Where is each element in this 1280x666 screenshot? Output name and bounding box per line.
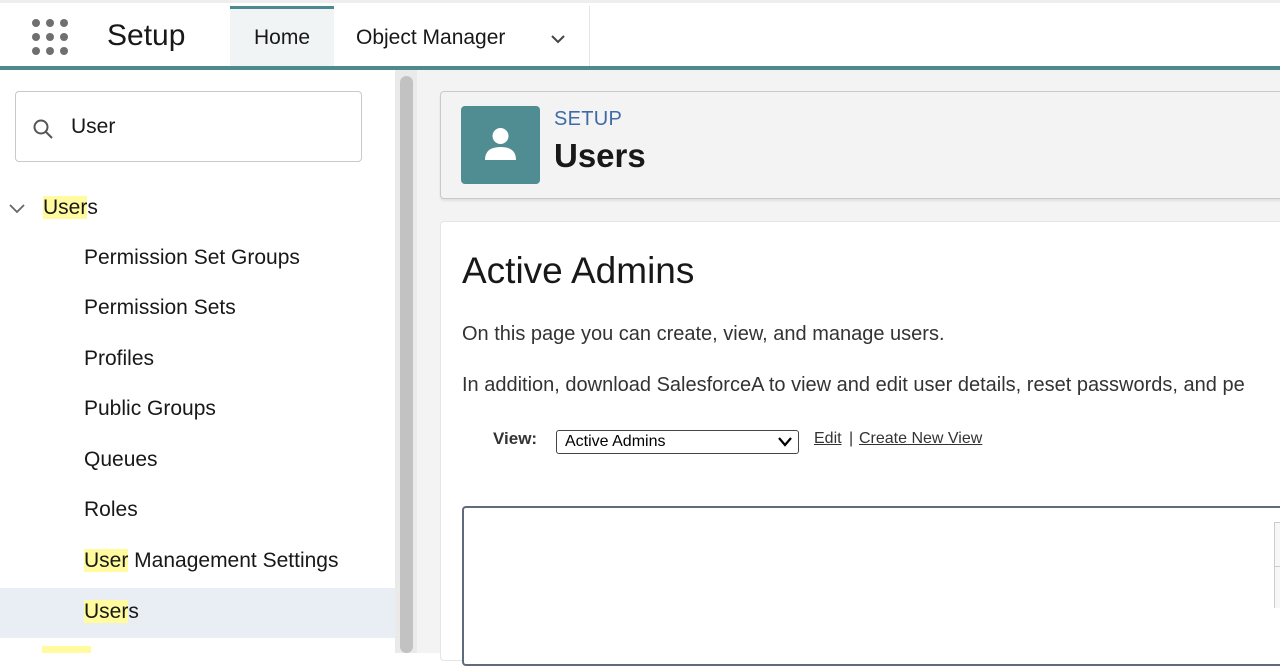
sidebar-item-label: User Management Settings [84,549,338,573]
sidebar-item-profiles[interactable]: Profiles [0,335,395,385]
page-header-icon [461,106,540,184]
link-separator: | [849,430,854,447]
sidebar-item-users-parent[interactable]: Users [0,190,395,226]
list-view-title: Active Admins [462,250,695,291]
sidebar-item-permission-set-groups[interactable]: Permission Set Groups [0,234,395,284]
sidebar-item-roles[interactable]: Roles [0,486,395,536]
sidebar-item-label: Roles [84,498,138,521]
sidebar-item-users[interactable]: Users [0,588,395,638]
view-label: View: [493,429,538,448]
sidebar-item-label-rest: Management Settings [128,549,339,572]
tab-object-manager[interactable]: Object Manager [334,6,590,69]
app-name: Setup [107,19,186,52]
next-item-highlight [42,646,91,653]
create-new-view-link[interactable]: Create New View [859,430,982,448]
page-description: On this page you can create, view, and m… [462,323,945,345]
sidebar-item-label: Permission Sets [84,296,236,319]
sidebar-item-permission-sets[interactable]: Permission Sets [0,284,395,334]
sidebar-scrollbar-thumb[interactable] [400,76,413,653]
edit-view-link[interactable]: Edit [814,430,842,448]
tab-home[interactable]: Home [230,6,334,69]
sidebar-item-label: Users [84,600,139,624]
quick-find-input[interactable] [71,112,341,142]
chevron-down-icon[interactable] [551,32,565,46]
app-launcher-icon[interactable] [30,18,70,58]
search-match-highlight: User [84,600,129,623]
sidebar-item-label: Queues [84,448,158,471]
sidebar-item-user-management-settings[interactable]: User Management Settings [0,537,395,587]
view-select[interactable]: Active Admins [556,430,799,454]
page-header-eyebrow: SETUP [554,108,623,130]
setup-sidebar: Users Permission Set Groups Permission S… [0,70,395,653]
user-list-frame [462,506,1280,666]
page-description-secondary: In addition, download SalesforceA to vie… [462,374,1245,396]
search-match-highlight: User [84,549,129,572]
sidebar-item-queues[interactable]: Queues [0,436,395,486]
search-icon [33,119,53,139]
sidebar-item-label: Users [43,196,98,220]
chevron-down-icon [778,437,792,447]
quick-find-box[interactable] [15,91,362,162]
view-select-value: Active Admins [565,433,666,450]
sidebar-item-label: Permission Set Groups [84,246,300,269]
search-match-highlight: User [43,196,88,219]
global-header: Setup Home Object Manager [0,0,1280,69]
sidebar-item-label: Public Groups [84,397,216,420]
sidebar-item-label: Profiles [84,347,155,370]
page-title: Users [554,137,646,174]
chevron-down-icon[interactable] [9,204,25,214]
list-table-divider [1274,566,1280,567]
sidebar-item-label-rest: s [87,196,98,219]
sidebar-item-label-rest: s [128,600,139,623]
sidebar-item-public-groups[interactable]: Public Groups [0,385,395,435]
tab-object-manager-label: Object Manager [356,26,506,49]
user-icon [485,128,516,160]
list-table-edge [1274,522,1280,608]
